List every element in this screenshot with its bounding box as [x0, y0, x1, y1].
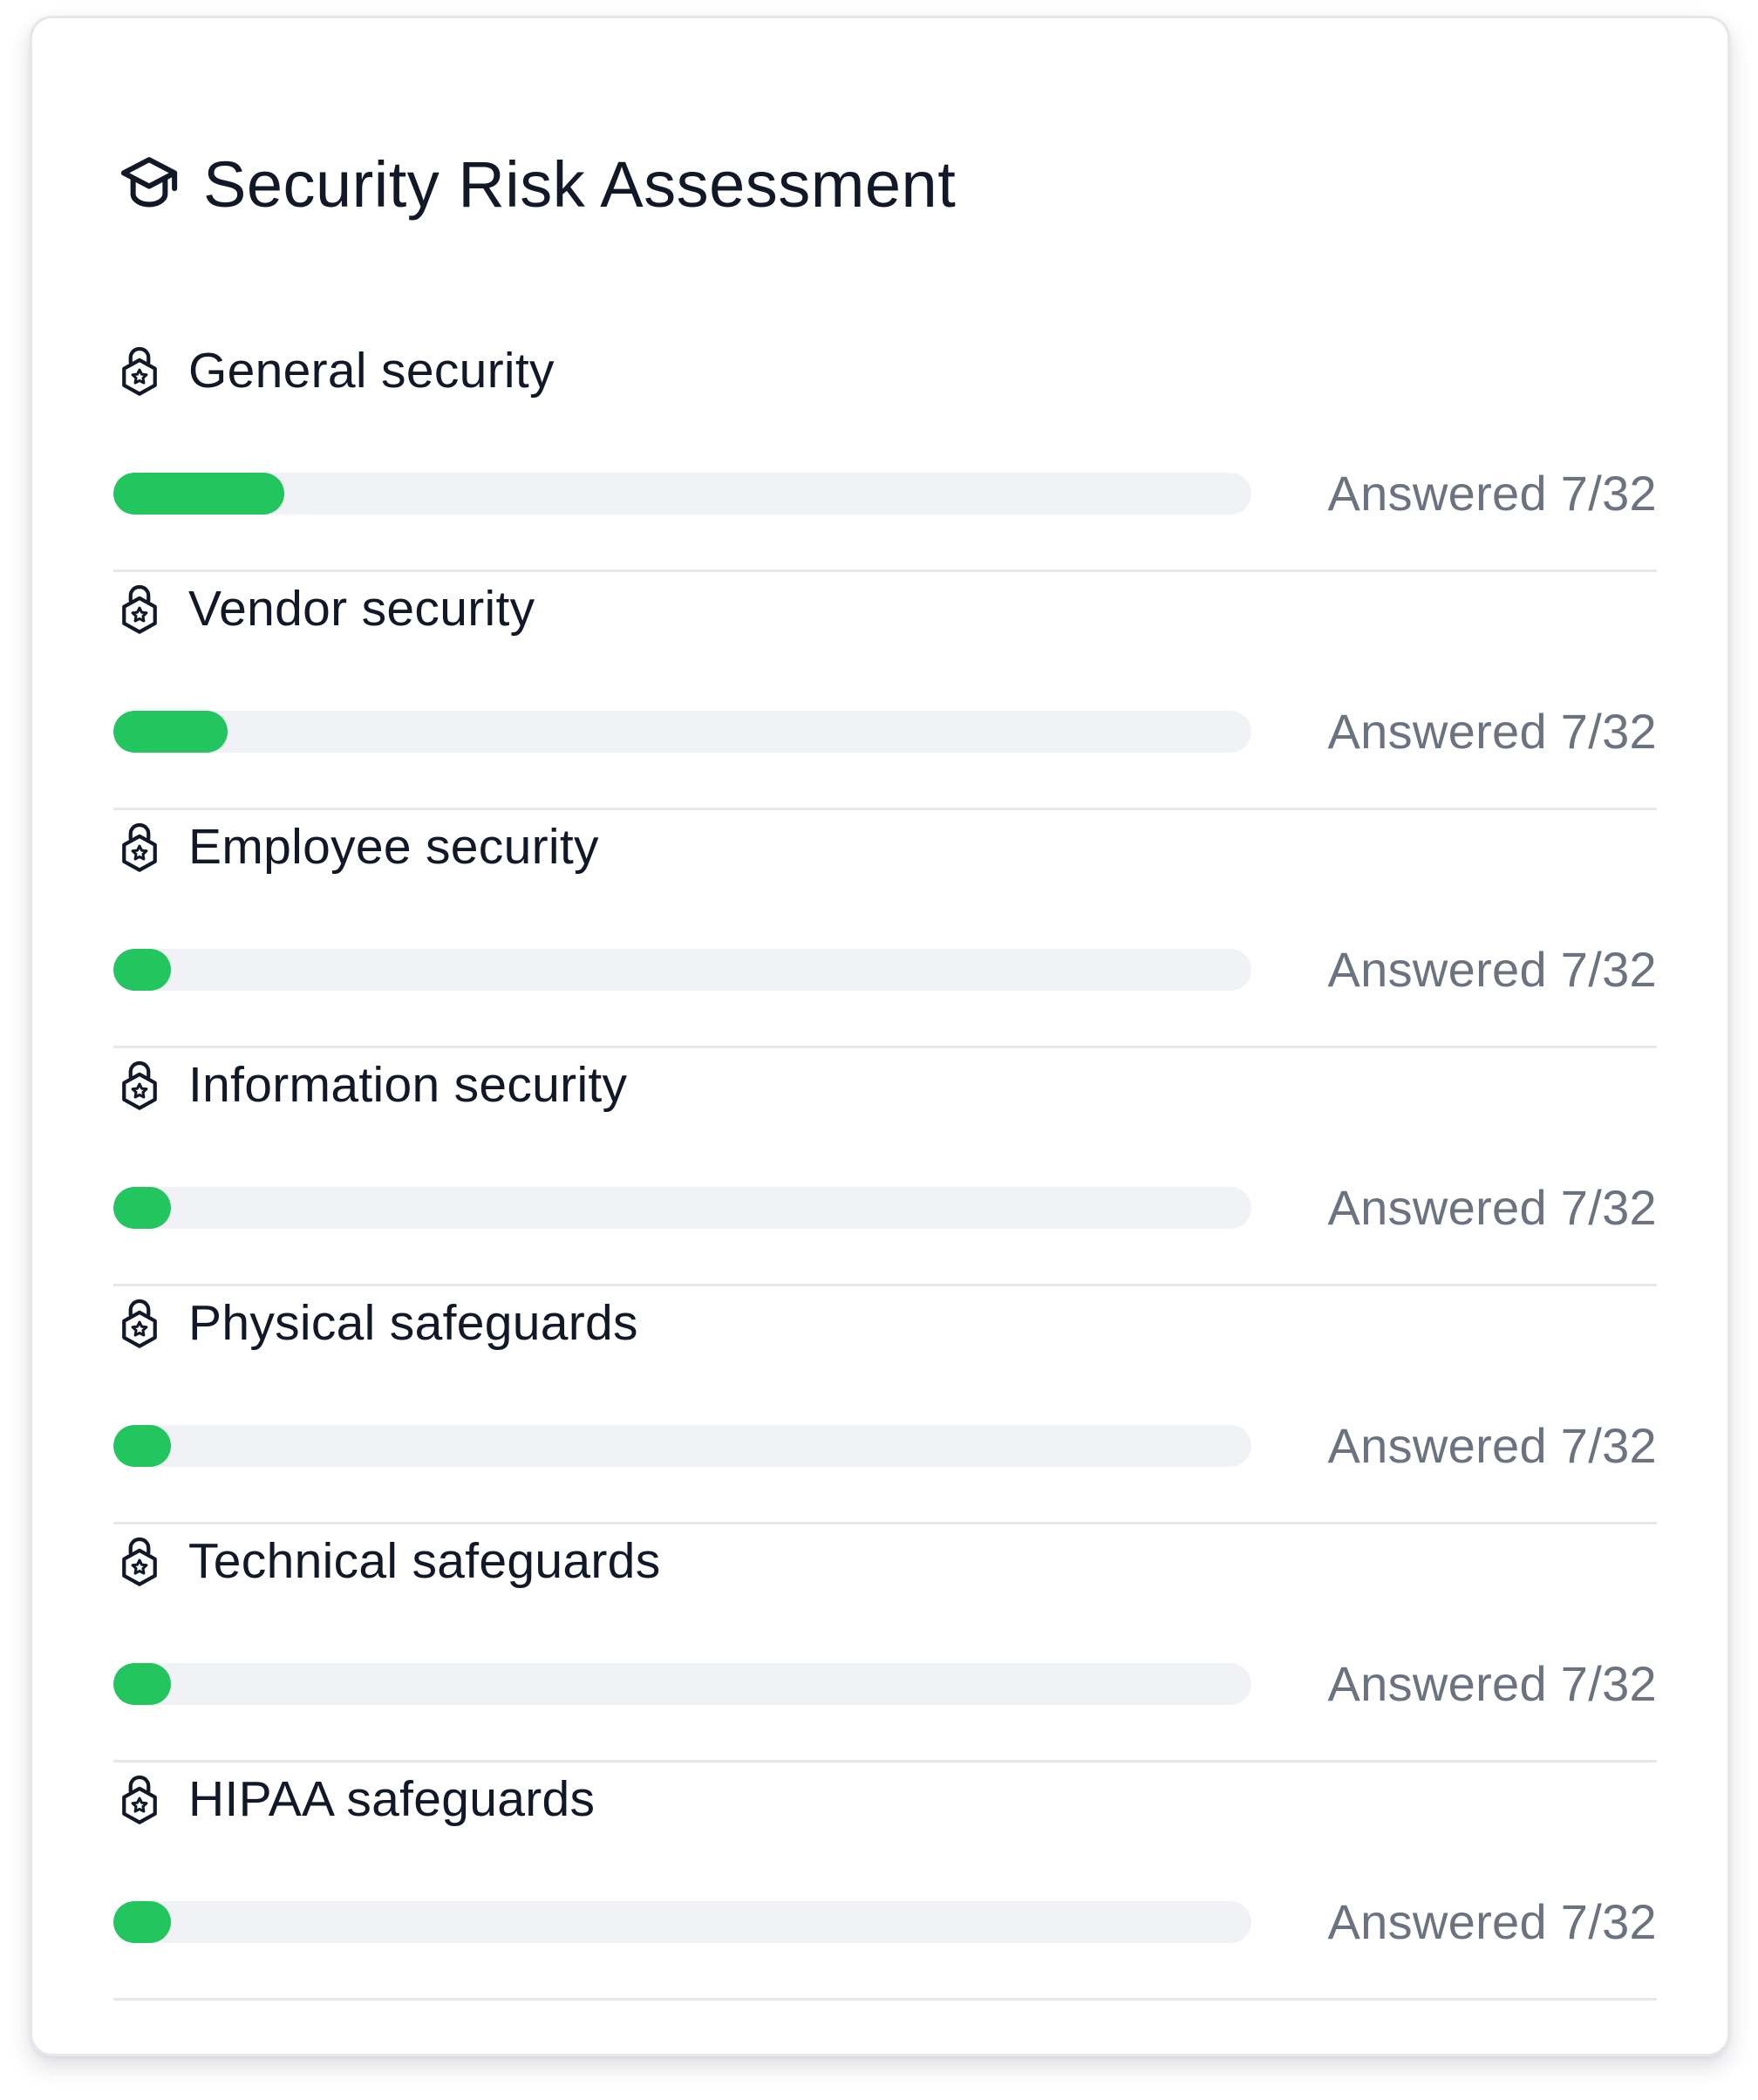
section-row[interactable]: Physical safeguards Answered 7/32 — [113, 1286, 1657, 1524]
section-header: Vendor security — [113, 574, 535, 644]
section-title: HIPAA safeguards — [188, 1771, 596, 1827]
answered-count: Answered 7/32 — [1327, 704, 1657, 759]
progress-fill — [113, 711, 228, 753]
section-title: Employee security — [188, 819, 599, 875]
answered-count: Answered 7/32 — [1327, 1894, 1657, 1949]
section-row[interactable]: Employee security Answered 7/32 — [113, 810, 1657, 1048]
section-row[interactable]: Information security Answered 7/32 — [113, 1048, 1657, 1286]
progress-fill — [113, 1663, 171, 1705]
progress-bar — [113, 1663, 1251, 1705]
lock-icon — [113, 1533, 166, 1589]
section-header: Information security — [113, 1050, 627, 1120]
progress-bar — [113, 473, 1251, 515]
answered-count: Answered 7/32 — [1327, 1180, 1657, 1235]
answered-count: Answered 7/32 — [1327, 466, 1657, 521]
section-title: Physical safeguards — [188, 1295, 638, 1351]
lock-icon — [113, 1771, 166, 1827]
lock-icon — [113, 819, 166, 875]
progress-bar — [113, 1901, 1251, 1943]
progress-bar — [113, 711, 1251, 753]
lock-icon — [113, 581, 166, 637]
graduation-cap-icon — [116, 151, 182, 217]
answered-count: Answered 7/32 — [1327, 1418, 1657, 1473]
section-title: Vendor security — [188, 581, 535, 637]
progress-fill — [113, 1187, 171, 1229]
answered-count: Answered 7/32 — [1327, 942, 1657, 997]
progress-fill — [113, 473, 284, 515]
assessment-card: Security Risk Assessment General securit… — [30, 16, 1730, 2056]
progress-fill — [113, 1901, 171, 1943]
section-row[interactable]: HIPAA safeguards Answered 7/32 — [113, 1762, 1657, 2001]
section-row[interactable]: Vendor security Answered 7/32 — [113, 572, 1657, 810]
section-row[interactable]: General security Answered 7/32 — [113, 334, 1657, 572]
section-header: Physical safeguards — [113, 1288, 638, 1358]
section-header: HIPAA safeguards — [113, 1764, 595, 1834]
section-title: Technical safeguards — [188, 1533, 661, 1589]
progress-bar — [113, 1425, 1251, 1467]
progress-bar — [113, 949, 1251, 991]
section-header: Employee security — [113, 812, 599, 882]
section-list: General security Answered 7/32 Vendor se… — [113, 334, 1657, 2001]
answered-count: Answered 7/32 — [1327, 1656, 1657, 1711]
section-title: General security — [188, 343, 555, 399]
card-title: Security Risk Assessment — [203, 147, 957, 221]
lock-icon — [113, 1057, 166, 1113]
progress-fill — [113, 949, 171, 991]
lock-icon — [113, 343, 166, 399]
section-title: Information security — [188, 1057, 628, 1113]
section-header: Technical safeguards — [113, 1526, 661, 1596]
section-header: General security — [113, 336, 555, 406]
progress-fill — [113, 1425, 171, 1467]
section-row[interactable]: Technical safeguards Answered 7/32 — [113, 1524, 1657, 1762]
card-header: Security Risk Assessment — [116, 132, 956, 236]
progress-bar — [113, 1187, 1251, 1229]
lock-icon — [113, 1295, 166, 1351]
